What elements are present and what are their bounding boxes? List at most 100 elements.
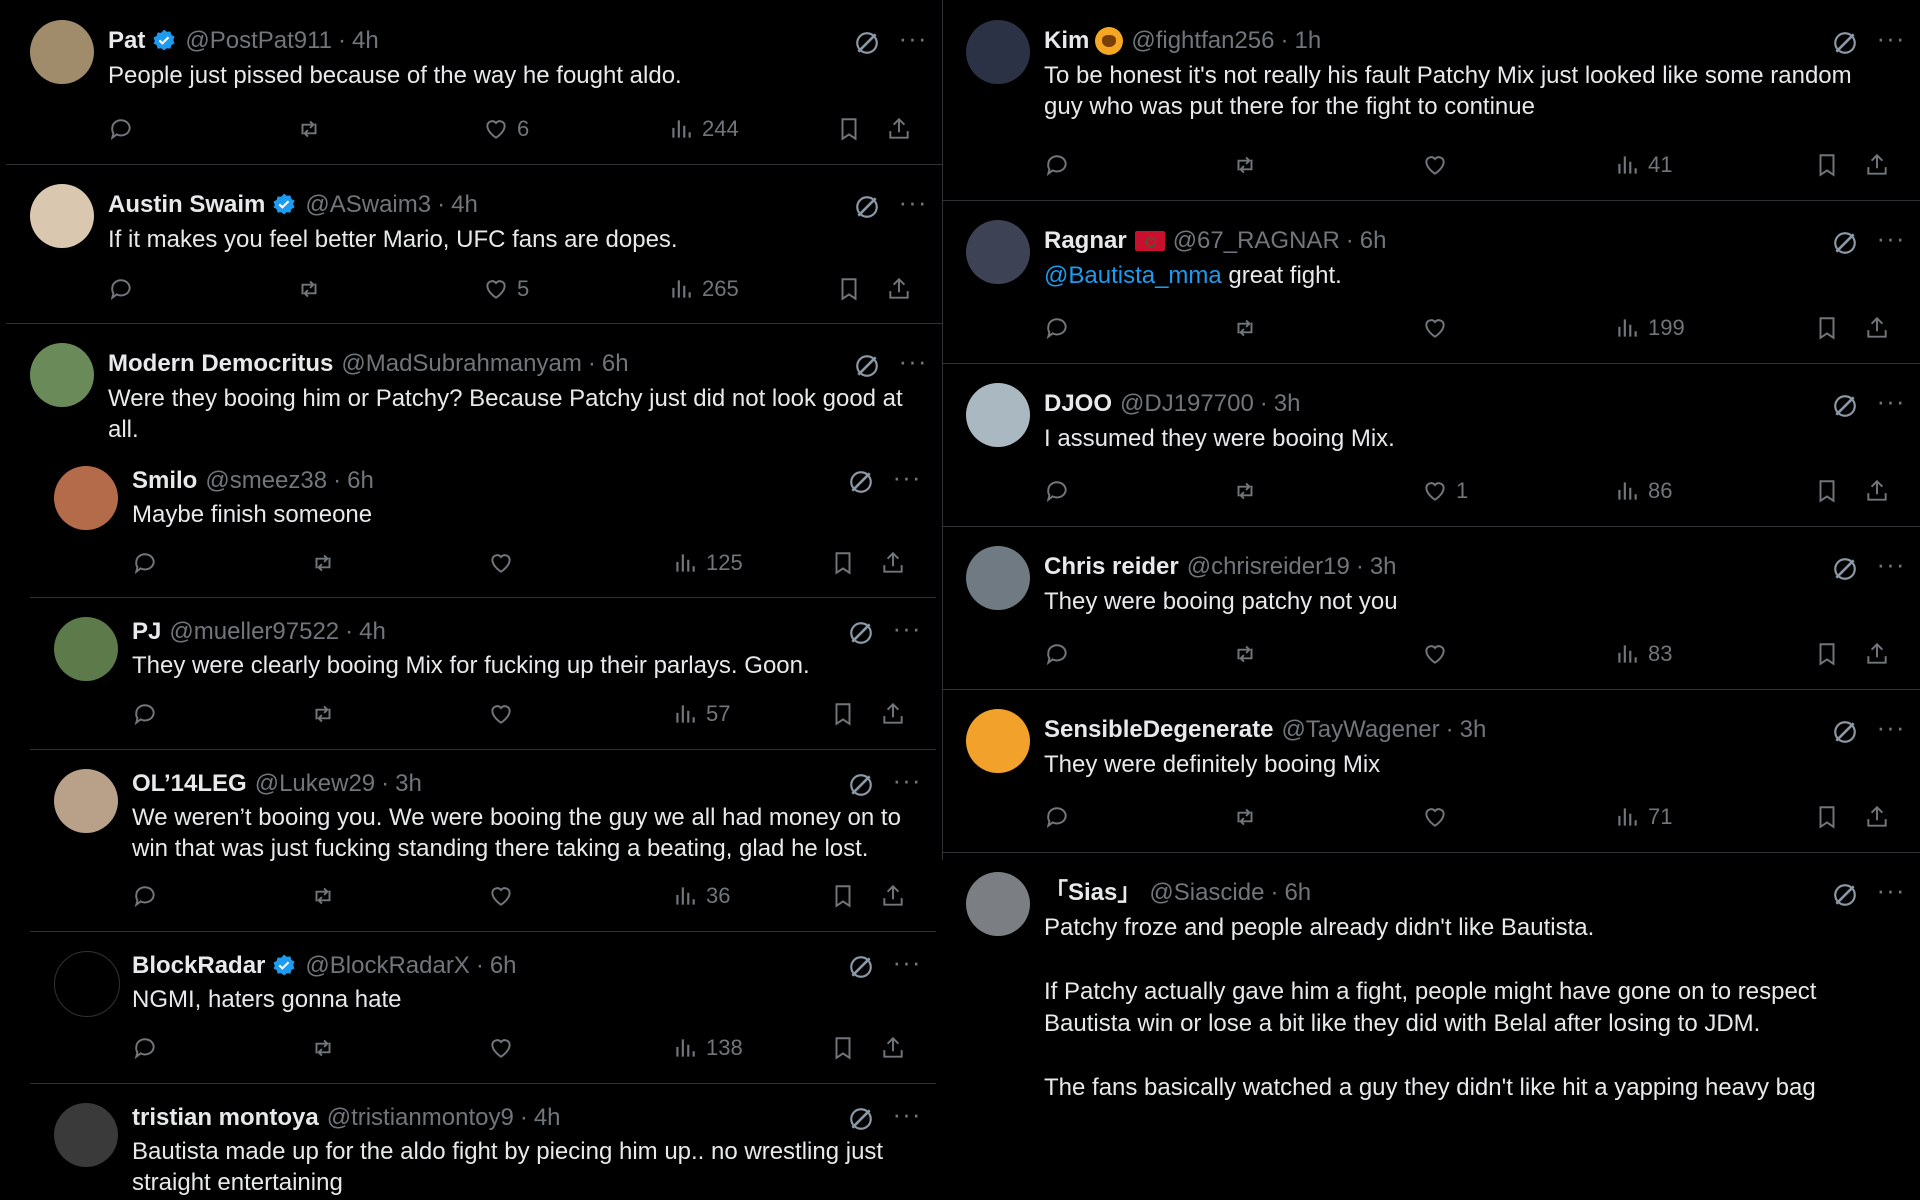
bookmark-button[interactable] (1814, 474, 1840, 508)
more-options-icon[interactable]: ··· (1876, 714, 1906, 745)
retweet-button[interactable] (1232, 311, 1258, 345)
author-name[interactable]: BlockRadar (132, 951, 265, 981)
tweet[interactable]: OL’14LEG @Lukew29 · 3h ··· We weren’t bo… (30, 749, 936, 932)
views-button[interactable]: 125 (672, 546, 743, 580)
avatar[interactable] (966, 872, 1030, 936)
avatar[interactable] (54, 769, 118, 833)
grok-icon[interactable] (854, 353, 880, 379)
retweet-button[interactable] (310, 1031, 336, 1065)
grok-icon[interactable] (1832, 230, 1858, 256)
grok-icon[interactable] (854, 30, 880, 56)
author-name[interactable]: Austin Swaim (108, 190, 265, 220)
author-name[interactable]: Pat (108, 26, 145, 56)
author-handle[interactable]: @MadSubrahmanyam (341, 349, 581, 379)
views-button[interactable]: 199 (1614, 311, 1685, 345)
more-options-icon[interactable]: ··· (898, 25, 928, 56)
more-options-icon[interactable]: ··· (1876, 225, 1906, 256)
more-options-icon[interactable]: ··· (1876, 25, 1906, 56)
avatar[interactable] (966, 546, 1030, 610)
author-name[interactable]: Chris reider (1044, 552, 1179, 582)
reply-button[interactable] (1044, 474, 1070, 508)
grok-icon[interactable] (848, 620, 874, 646)
avatar[interactable] (966, 220, 1030, 284)
author-name[interactable]: Modern Democritus (108, 349, 333, 379)
views-button[interactable]: 41 (1614, 148, 1672, 182)
more-options-icon[interactable]: ··· (892, 1101, 922, 1132)
author-name[interactable]: Kim (1044, 26, 1089, 56)
grok-icon[interactable] (848, 954, 874, 980)
more-options-icon[interactable]: ··· (1876, 388, 1906, 419)
grok-icon[interactable] (848, 772, 874, 798)
author-handle[interactable]: @TayWagener (1281, 715, 1439, 745)
bookmark-button[interactable] (836, 112, 862, 146)
share-button[interactable] (1864, 311, 1890, 345)
tweet[interactable]: PJ @mueller97522 · 4h ··· They were clea… (30, 597, 936, 750)
retweet-button[interactable] (296, 112, 322, 146)
author-name[interactable]: Smilo (132, 466, 197, 496)
like-button[interactable] (488, 697, 522, 731)
tweet[interactable]: SensibleDegenerate @TayWagener · 3h ··· … (942, 689, 1920, 853)
share-button[interactable] (886, 272, 912, 306)
author-name[interactable]: tristian montoya (132, 1103, 319, 1133)
author-handle[interactable]: @ASwaim3 (305, 190, 431, 220)
bookmark-button[interactable] (1814, 311, 1840, 345)
like-button[interactable]: 5 (483, 272, 529, 306)
author-name[interactable]: PJ (132, 617, 161, 647)
author-handle[interactable]: @BlockRadarX (305, 951, 469, 981)
more-options-icon[interactable]: ··· (1876, 551, 1906, 582)
reply-button[interactable] (108, 112, 134, 146)
timestamp[interactable]: 3h (1370, 552, 1397, 582)
bookmark-button[interactable] (1814, 148, 1840, 182)
bookmark-button[interactable] (836, 272, 862, 306)
author-handle[interactable]: @DJ197700 (1120, 389, 1254, 419)
author-handle[interactable]: @chrisreider19 (1187, 552, 1350, 582)
retweet-button[interactable] (296, 272, 322, 306)
reply-button[interactable] (1044, 637, 1070, 671)
avatar[interactable] (54, 1103, 118, 1167)
more-options-icon[interactable]: ··· (892, 464, 922, 495)
avatar[interactable] (30, 184, 94, 248)
bookmark-button[interactable] (830, 546, 856, 580)
share-button[interactable] (880, 697, 906, 731)
avatar[interactable] (54, 466, 118, 530)
more-options-icon[interactable]: ··· (898, 189, 928, 220)
bookmark-button[interactable] (1814, 637, 1840, 671)
share-button[interactable] (1864, 637, 1890, 671)
author-handle[interactable]: @67_RAGNAR (1173, 226, 1340, 256)
avatar[interactable] (966, 383, 1030, 447)
timestamp[interactable]: 6h (1360, 226, 1387, 256)
reply-button[interactable] (108, 272, 134, 306)
author-handle[interactable]: @fightfan256 (1131, 26, 1274, 56)
reply-button[interactable] (1044, 148, 1070, 182)
author-handle[interactable]: @tristianmontoy9 (327, 1103, 514, 1133)
more-options-icon[interactable]: ··· (892, 615, 922, 646)
grok-icon[interactable] (1832, 393, 1858, 419)
author-handle[interactable]: @PostPat911 (185, 26, 332, 56)
reply-button[interactable] (1044, 311, 1070, 345)
more-options-icon[interactable]: ··· (892, 949, 922, 980)
author-handle[interactable]: @mueller97522 (169, 617, 339, 647)
like-button[interactable] (488, 1031, 522, 1065)
like-button[interactable] (1422, 800, 1456, 834)
like-button[interactable]: 6 (483, 112, 529, 146)
retweet-button[interactable] (310, 546, 336, 580)
share-button[interactable] (1864, 800, 1890, 834)
reply-button[interactable] (1044, 800, 1070, 834)
author-handle[interactable]: @smeez38 (205, 466, 327, 496)
reply-button[interactable] (132, 1031, 158, 1065)
timestamp[interactable]: 4h (451, 190, 478, 220)
like-button[interactable] (1422, 311, 1456, 345)
retweet-button[interactable] (1232, 148, 1258, 182)
bookmark-button[interactable] (1814, 800, 1840, 834)
views-button[interactable]: 265 (668, 272, 739, 306)
grok-icon[interactable] (1832, 882, 1858, 908)
author-name[interactable]: Ragnar (1044, 226, 1127, 256)
timestamp[interactable]: 3h (1460, 715, 1487, 745)
reply-button[interactable] (132, 879, 158, 913)
share-button[interactable] (880, 546, 906, 580)
views-button[interactable]: 36 (672, 879, 730, 913)
avatar[interactable] (966, 709, 1030, 773)
timestamp[interactable]: 6h (602, 349, 629, 379)
tweet[interactable]: Modern Democritus @MadSubrahmanyam · 6h … (6, 323, 942, 452)
reply-button[interactable] (132, 697, 158, 731)
